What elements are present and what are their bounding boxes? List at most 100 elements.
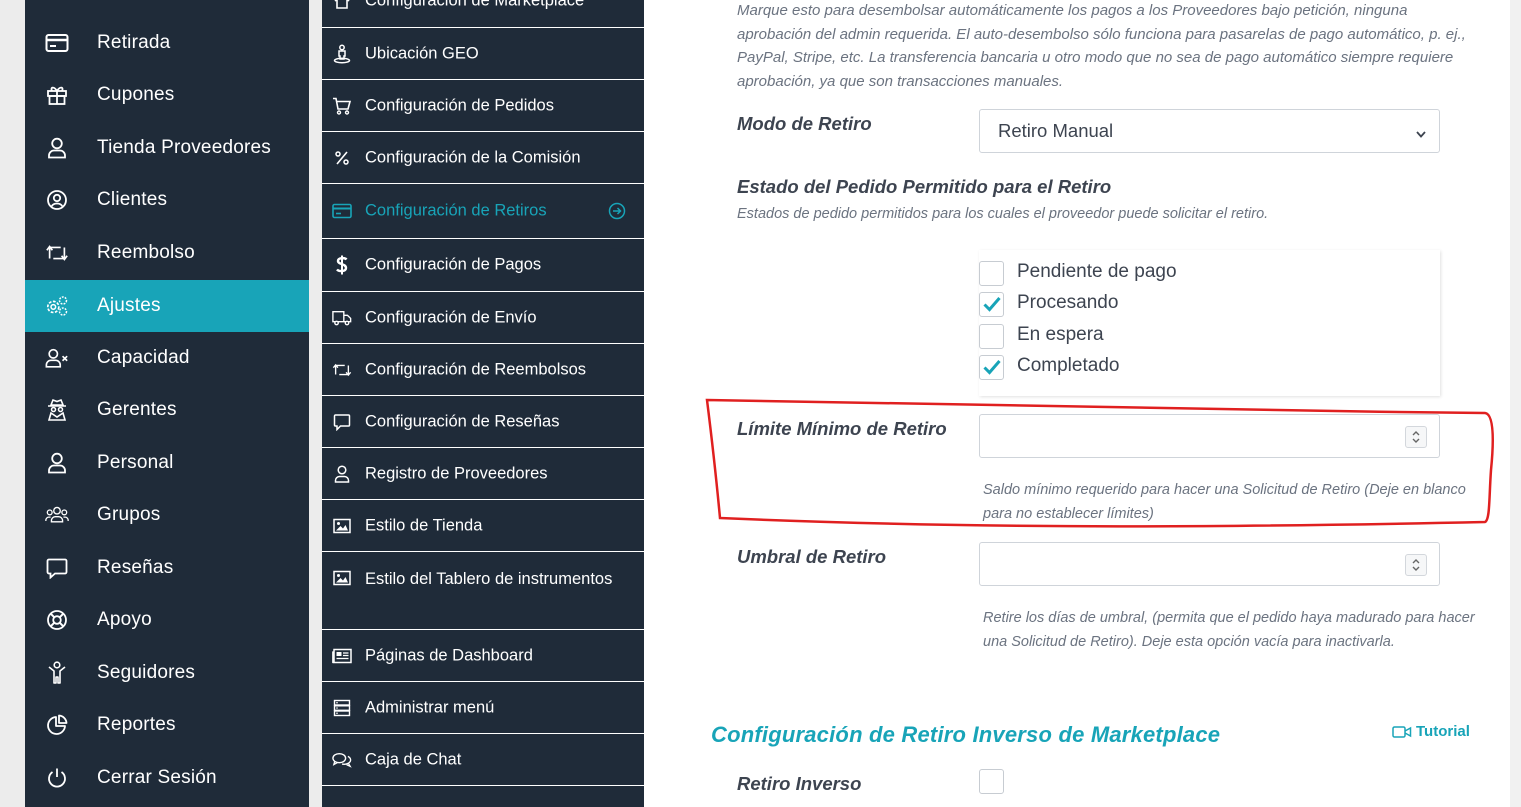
street-view-icon	[332, 44, 352, 64]
status-option-completed[interactable]: Completado	[979, 354, 1119, 380]
submenu-item-label: Ubicación GEO	[365, 44, 479, 62]
users-icon	[45, 503, 69, 527]
sidebar-item-clientes[interactable]: Clientes	[25, 174, 309, 226]
pie-chart-icon	[45, 713, 69, 737]
sidebar-item-label: Ajustes	[97, 295, 161, 316]
status-option-processing[interactable]: Procesando	[979, 291, 1118, 317]
withdrawal-mode-label: Modo de Retiro	[737, 113, 872, 134]
spinner-arrows-icon	[1412, 559, 1420, 571]
sidebar-item-cerrar-sesion[interactable]: Cerrar Sesión	[25, 752, 309, 804]
sidebar-item-gerentes[interactable]: Gerentes	[25, 384, 309, 436]
threshold-help: Retire los días de umbral, (permita que …	[983, 610, 1475, 650]
submenu-item-comision[interactable]: Configuración de la Comisión	[322, 132, 644, 184]
sidebar-item-cupones[interactable]: Cupones	[25, 69, 309, 121]
threshold-label: Umbral de Retiro	[737, 546, 887, 567]
spinner-arrows-icon	[1412, 431, 1420, 443]
sidebar-item-label: Seguidores	[97, 662, 196, 683]
sidebar-item-label: Reembolso	[97, 242, 195, 263]
order-status-checkbox-group: Pendiente de pago Procesando En espera C…	[979, 250, 1440, 396]
checkbox-label: Completado	[1017, 355, 1120, 376]
tutorial-link[interactable]: Tutorial	[1392, 723, 1470, 740]
sidebar-item-tienda-proveedores[interactable]: Tienda Proveedores	[25, 122, 309, 174]
reverse-withdrawal-checkbox[interactable]	[979, 769, 1004, 794]
submenu-item-ubicacion-geo[interactable]: Ubicación GEO	[322, 28, 644, 80]
app-root: Retirada Cupones Tienda Proveedores Clie…	[0, 0, 1521, 807]
submenu-item-label: Páginas de Dashboard	[365, 646, 533, 664]
submenu-item-label: Configuración de Pedidos	[365, 96, 554, 114]
checkbox[interactable]	[979, 354, 1004, 380]
user-circle-icon	[45, 188, 69, 212]
sidebar-item-label: Clientes	[97, 189, 168, 210]
submenu-item-estilo-tablero[interactable]: Estilo del Tablero de instrumentos	[322, 552, 644, 630]
submenu-item-label: Configuración de Pagos	[365, 255, 542, 274]
submenu-item-label: Estilo de Tienda	[365, 516, 483, 534]
submenu-item-administrar-menu[interactable]: Administrar menú	[322, 682, 644, 734]
reverse-withdrawal-label: Retiro Inverso	[737, 773, 862, 794]
checkbox[interactable]	[979, 291, 1004, 317]
submenu-item-label: Caja de Chat	[365, 750, 462, 768]
check-icon	[982, 297, 1001, 312]
sidebar-item-ajustes[interactable]: Ajustes	[25, 280, 309, 332]
submenu-item-pedidos[interactable]: Configuración de Pedidos	[322, 80, 644, 132]
page-scrollbar[interactable]	[1510, 0, 1521, 807]
submenu-item-marketplace[interactable]: Configuración de Marketplace	[322, 0, 644, 28]
sidebar-item-resenas[interactable]: Reseñas	[25, 542, 309, 594]
submenu-item-estilo-tienda[interactable]: Estilo de Tienda	[322, 500, 644, 552]
gift-icon	[45, 83, 69, 107]
submenu-item-reembolsos[interactable]: Configuración de Reembolsos	[322, 344, 644, 396]
submenu-item-caja-chat[interactable]: Caja de Chat	[322, 734, 644, 786]
submenu-item-registro-proveedores[interactable]: Registro de Proveedores	[322, 448, 644, 500]
submenu-item-pagos[interactable]: Configuración de Pagos	[322, 239, 644, 292]
comment-icon	[45, 556, 69, 580]
user-icon	[45, 451, 69, 475]
number-spinner[interactable]	[1405, 554, 1427, 576]
arrow-circle-right-icon	[608, 202, 626, 225]
tutorial-label: Tutorial	[1416, 723, 1470, 740]
comments-icon	[332, 750, 352, 770]
checkbox[interactable]	[979, 323, 1004, 349]
withdrawal-mode-value: Retiro Manual	[998, 120, 1114, 141]
cart-icon	[332, 96, 352, 116]
min-limit-input[interactable]	[979, 414, 1440, 458]
submenu-item-resenas[interactable]: Configuración de Reseñas	[322, 396, 644, 448]
status-option-on-hold[interactable]: En espera	[979, 323, 1104, 349]
reverse-withdrawal-section-title: Configuración de Retiro Inverso de Marke…	[711, 722, 1221, 747]
sidebar-item-reembolso[interactable]: Reembolso	[25, 227, 309, 279]
sidebar-item-grupos[interactable]: Grupos	[25, 489, 309, 541]
dollar-icon	[332, 255, 352, 275]
checkbox[interactable]	[979, 260, 1004, 286]
min-limit-label: Límite Mínimo de Retiro	[737, 418, 947, 439]
submenu-item-envio[interactable]: Configuración de Envío	[322, 292, 644, 344]
user-icon	[45, 136, 69, 160]
sidebar-item-personal[interactable]: Personal	[25, 437, 309, 489]
sidebar-item-reportes[interactable]: Reportes	[25, 699, 309, 751]
auto-disburse-note: Marque esto para desembolsar automáticam…	[737, 2, 1466, 90]
sidebar-item-apoyo[interactable]: Apoyo	[25, 594, 309, 646]
home-icon	[332, 0, 352, 11]
submenu-item-label: Estilo del Tablero de instrumentos	[365, 570, 613, 588]
submenu-item-label: Configuración de Marketplace	[365, 0, 585, 10]
submenu-item-label: Administrar menú	[365, 698, 495, 716]
cogs-icon	[45, 294, 69, 318]
sidebar-item-label: Cerrar Sesión	[97, 767, 217, 788]
child-icon	[45, 661, 69, 685]
status-option-pending[interactable]: Pendiente de pago	[979, 260, 1177, 286]
checkbox-label: En espera	[1017, 324, 1104, 345]
submenu-item-truncated[interactable]	[322, 786, 644, 807]
submenu-item-retiros[interactable]: Configuración de Retiros	[322, 184, 644, 239]
sidebar-item-retirada[interactable]: Retirada	[25, 17, 309, 69]
threshold-input[interactable]	[979, 542, 1440, 586]
check-icon	[982, 360, 1001, 375]
sidebar-item-capacidad[interactable]: Capacidad	[25, 332, 309, 384]
withdrawal-mode-select[interactable]: Retiro Manual	[979, 109, 1440, 153]
submenu-item-label: Configuración de Reseñas	[365, 412, 560, 430]
user-times-icon	[45, 346, 69, 370]
submenu-item-paginas-dashboard[interactable]: Páginas de Dashboard	[322, 630, 644, 682]
sidebar-item-seguidores[interactable]: Seguidores	[25, 647, 309, 699]
sidebar-item-label: Reseñas	[97, 557, 174, 578]
sidebar-item-label: Retirada	[97, 32, 171, 53]
main-sidebar: Retirada Cupones Tienda Proveedores Clie…	[25, 0, 309, 807]
submenu-item-label: Registro de Proveedores	[365, 464, 548, 482]
user-secret-icon	[45, 398, 69, 422]
number-spinner[interactable]	[1405, 426, 1427, 448]
